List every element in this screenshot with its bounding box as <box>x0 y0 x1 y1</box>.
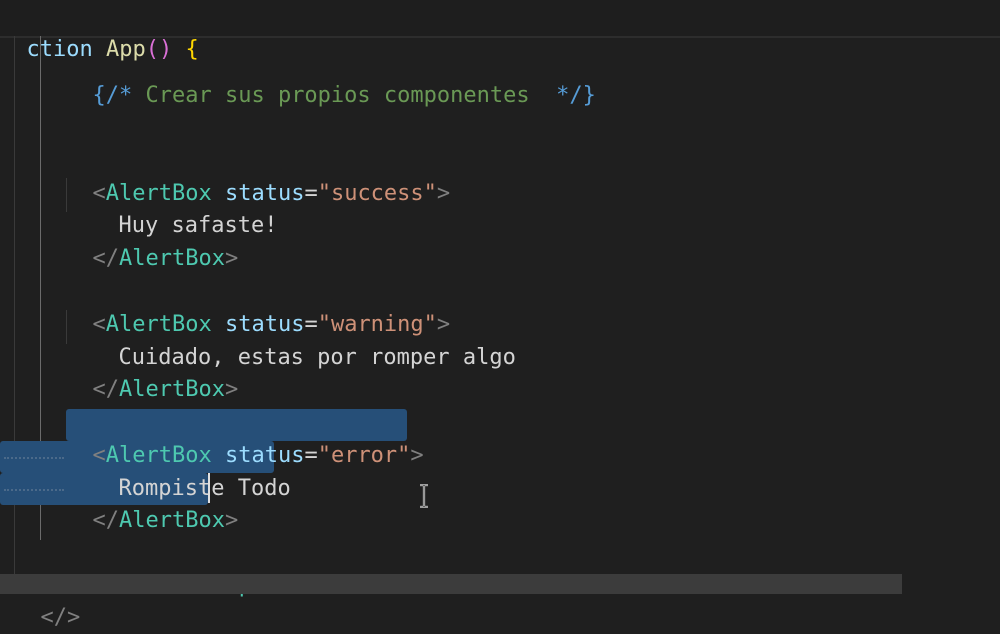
code-line-alert-success-open[interactable]: <AlertBox status="success"> <box>66 146 451 206</box>
code-line-alert-error-content[interactable]: Rompiste Todo <box>92 441 291 501</box>
tag-name: AlertBox <box>119 246 225 271</box>
whitespace-dots <box>4 457 64 461</box>
comment-text: Crear sus propios componentes <box>132 83 557 108</box>
code-line-comment[interactable]: {/* Crear sus propios componentes */} <box>66 48 596 108</box>
ibeam-pointer-icon <box>420 484 428 508</box>
code-line-alert-error-close[interactable]: </AlertBox> <box>66 473 239 533</box>
code-line-closing-fragment[interactable]: </> <box>14 570 81 630</box>
code-line-alert-success-close[interactable]: </AlertBox> <box>66 211 239 271</box>
code-line-function-header[interactable]: ction App() { <box>0 2 199 62</box>
code-line-alert-warning-close[interactable]: </AlertBox> <box>66 342 239 402</box>
tag-name: AlertBox <box>119 377 225 402</box>
whitespace-dots <box>4 489 64 493</box>
attr-value: "success" <box>317 181 437 206</box>
code-line-alert-warning-open[interactable]: <AlertBox status="warning"> <box>66 277 451 337</box>
closing-fragment: </> <box>40 605 81 630</box>
tag-name: AlertBox <box>119 508 225 533</box>
code-line-fetch-component[interactable]: <FetchDataComp /> <box>40 538 292 598</box>
comment-open: {/* <box>92 83 133 108</box>
code-line-alert-success-content[interactable]: Huy safaste! <box>92 178 278 238</box>
attr-value: "error" <box>317 443 411 468</box>
comment-close: */} <box>556 83 596 108</box>
horizontal-scrollbar[interactable] <box>0 574 902 594</box>
text-cursor <box>208 473 210 503</box>
code-line-alert-warning-content[interactable]: Cuidado, estas por romper algo <box>92 310 516 370</box>
code-line-alert-error-open[interactable]: <AlertBox status="error"> <box>66 408 424 468</box>
